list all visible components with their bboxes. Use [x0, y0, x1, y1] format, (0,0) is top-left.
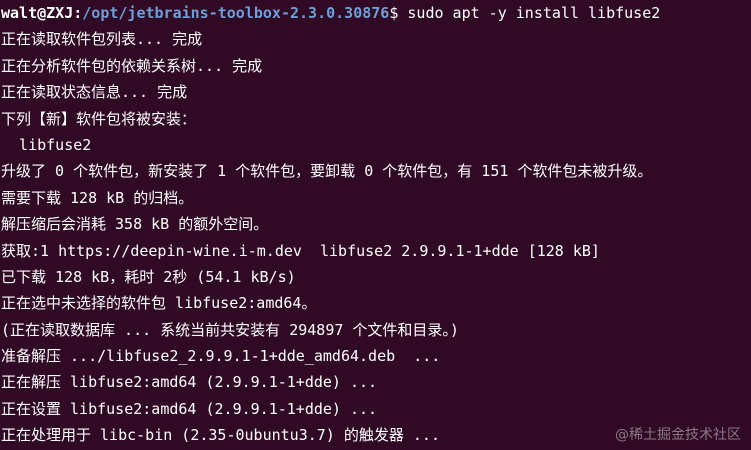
output-line: 正在分析软件包的依赖关系树... 完成: [1, 56, 263, 75]
output-line: 正在解压 libfuse2:amd64 (2.9.9.1-1+dde) ...: [1, 373, 378, 392]
watermark: @稀土掘金技术社区: [615, 427, 741, 443]
prompt-line: walt@ZXJ:/opt/jetbrains-toolbox-2.3.0.30…: [1, 0, 751, 26]
output-line: 解压缩后会消耗 358 kB 的额外空间。: [1, 215, 269, 234]
command-text: sudo apt -y install libfuse2: [398, 4, 661, 22]
prompt-user-host: walt@ZXJ: [1, 4, 74, 22]
output-line: 正在设置 libfuse2:amd64 (2.9.9.1-1+dde) ...: [1, 399, 378, 418]
output-line: 正在选中未选择的软件包 libfuse2:amd64。: [1, 294, 317, 313]
output-line: (正在读取数据库 ... 系统当前共安装有 294897 个文件和目录。): [1, 320, 459, 339]
output-line: 获取:1 https://deepin-wine.i-m.dev libfuse…: [1, 241, 600, 260]
terminal-window[interactable]: walt@ZXJ:/opt/jetbrains-toolbox-2.3.0.30…: [0, 0, 751, 450]
output-line: 正在读取状态信息... 完成: [1, 83, 188, 102]
output-line: 准备解压 .../libfuse2_2.9.9.1-1+dde_amd64.de…: [1, 347, 441, 366]
output-line: 需要下载 128 kB 的归档。: [1, 188, 194, 207]
output-line: 升级了 0 个软件包，新安装了 1 个软件包，要卸载 0 个软件包，有 151 …: [1, 162, 653, 181]
output-line: 已下载 128 kB，耗时 2秒 (54.1 kB/s): [1, 267, 296, 286]
output-line: 正在读取软件包列表... 完成: [1, 30, 203, 49]
output-line: 下列【新】软件包将被安装：: [1, 109, 197, 128]
prompt-separator: :: [73, 4, 83, 22]
output-line: libfuse2: [1, 135, 92, 154]
prompt-path: /opt/jetbrains-toolbox-2.3.0.30876: [82, 4, 390, 22]
prompt-symbol: $: [389, 4, 399, 22]
